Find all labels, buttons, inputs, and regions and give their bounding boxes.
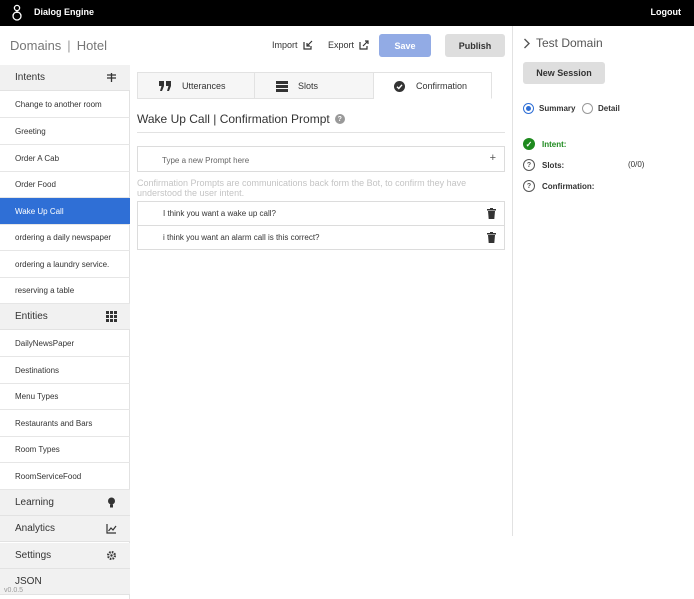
app-title: Dialog Engine [34, 7, 95, 17]
entities-section-header[interactable]: Entities [0, 304, 130, 330]
sidebar-item-entity[interactable]: Room Types [0, 436, 130, 463]
sidebar-item-intent[interactable]: Greeting [0, 118, 130, 145]
learning-section-header[interactable]: Learning [0, 490, 130, 516]
tab-bar: Utterances Slots Confirmation [137, 72, 492, 99]
analytics-label: Analytics [15, 523, 56, 534]
slots-label: Slots: [542, 160, 565, 170]
lightbulb-icon [108, 497, 115, 508]
sidebar-item-entity[interactable]: Restaurants and Bars [0, 410, 130, 437]
sidebar-item-entity[interactable]: Menu Types [0, 383, 130, 410]
detail-radio-circle [582, 103, 593, 114]
sidebar: Intents Change to another room Greeting … [0, 65, 130, 599]
version-label: v0.0.5 [4, 587, 24, 594]
breadcrumb: Domains | Hotel [10, 38, 107, 53]
new-prompt-field: + [137, 146, 505, 172]
tab-confirmation[interactable]: Confirmation [374, 72, 492, 99]
sidebar-item-entity[interactable]: Destinations [0, 357, 130, 384]
tab-utterances[interactable]: Utterances [137, 72, 255, 99]
logo-icon [12, 4, 22, 21]
sidebar-item-intent[interactable]: ordering a laundry service. [0, 251, 130, 278]
intent-status: ✓ Intent: [523, 138, 566, 150]
entities-label: Entities [15, 311, 48, 322]
learning-label: Learning [15, 497, 54, 508]
grid-icon [106, 311, 117, 322]
trash-icon[interactable] [487, 232, 496, 243]
new-session-button[interactable]: New Session [523, 62, 605, 84]
tab-utterances-label: Utterances [182, 81, 226, 91]
tab-slots-label: Slots [298, 81, 319, 91]
prompt-list: I think you want a wake up call? i think… [137, 201, 505, 250]
prompt-text: I think you want a wake up call? [163, 209, 276, 218]
settings-section-header[interactable]: Settings [0, 543, 130, 569]
chevron-right-icon [524, 38, 530, 48]
settings-label: Settings [15, 550, 52, 561]
import-button[interactable]: Import [272, 40, 313, 50]
sidebar-item-intent[interactable]: ordering a daily newspaper [0, 224, 130, 251]
prompt-row[interactable]: I think you want a wake up call? [137, 201, 505, 226]
analytics-section-header[interactable]: Analytics [0, 516, 130, 542]
sidebar-item-intent[interactable]: reserving a table [0, 277, 130, 304]
detail-radio[interactable]: Detail [582, 103, 620, 114]
intents-section-header[interactable]: Intents [0, 65, 130, 91]
test-domain-header[interactable]: Test Domain [523, 36, 603, 50]
intent-label: Intent: [542, 139, 567, 149]
confirmation-label: Confirmation: [542, 181, 595, 191]
add-prompt-button[interactable]: + [490, 152, 496, 164]
question-icon: ? [523, 159, 535, 171]
summary-radio-circle [523, 103, 534, 114]
slots-status: ? Slots: (0/0) [523, 159, 644, 171]
import-icon [302, 40, 312, 50]
page-title: Wake Up Call | Confirmation Prompt ? [137, 112, 345, 126]
sidebar-item-entity[interactable]: DailyNewsPaper [0, 330, 130, 357]
top-bar: Dialog Engine Logout [0, 0, 694, 26]
help-icon[interactable]: ? [334, 114, 345, 124]
trash-icon[interactable] [487, 208, 496, 219]
chart-line-icon [106, 524, 117, 534]
description-text: Confirmation Prompts are communications … [137, 178, 467, 198]
prompt-text: i think you want an alarm call is this c… [163, 233, 320, 242]
export-button[interactable]: Export [328, 40, 369, 50]
export-icon [359, 40, 369, 50]
export-label: Export [328, 40, 355, 50]
prompt-row[interactable]: i think you want an alarm call is this c… [137, 225, 505, 250]
breadcrumb-separator: | [67, 38, 71, 53]
intents-label: Intents [15, 72, 46, 83]
tab-slots[interactable]: Slots [255, 72, 374, 99]
test-domain-panel: Test Domain New Session Summary Detail ✓… [512, 26, 694, 536]
quote-icon [159, 81, 171, 91]
confirmation-status: ? Confirmation: [523, 180, 594, 192]
sidebar-item-entity[interactable]: RoomServiceFood [0, 463, 130, 490]
save-button[interactable]: Save [379, 34, 431, 57]
list-icon [276, 81, 288, 92]
publish-button[interactable]: Publish [445, 34, 505, 57]
sidebar-item-intent-active[interactable]: Wake Up Call [0, 198, 130, 225]
sidebar-item-intent[interactable]: Change to another room [0, 91, 130, 118]
detail-label: Detail [598, 104, 620, 113]
tab-confirmation-label: Confirmation [416, 81, 468, 91]
breadcrumb-current: Hotel [76, 38, 108, 53]
test-domain-title: Test Domain [536, 36, 603, 50]
new-prompt-input[interactable] [162, 153, 462, 167]
breadcrumb-domains[interactable]: Domains [10, 38, 61, 53]
import-label: Import [272, 40, 298, 50]
divider [137, 132, 505, 133]
slots-count: (0/0) [628, 160, 645, 169]
check-circle-icon [394, 81, 405, 92]
sidebar-item-intent[interactable]: Order A Cab [0, 145, 130, 172]
summary-label: Summary [539, 104, 576, 113]
json-label: JSON [15, 576, 42, 587]
page-title-text: Wake Up Call | Confirmation Prompt [137, 112, 330, 126]
summary-radio[interactable]: Summary [523, 103, 575, 114]
logout-link[interactable]: Logout [651, 7, 682, 17]
sidebar-item-intent[interactable]: Order Food [0, 171, 130, 198]
intents-icon [107, 73, 116, 82]
question-icon: ? [523, 180, 535, 192]
check-icon: ✓ [523, 138, 535, 150]
gear-icon [106, 550, 117, 561]
